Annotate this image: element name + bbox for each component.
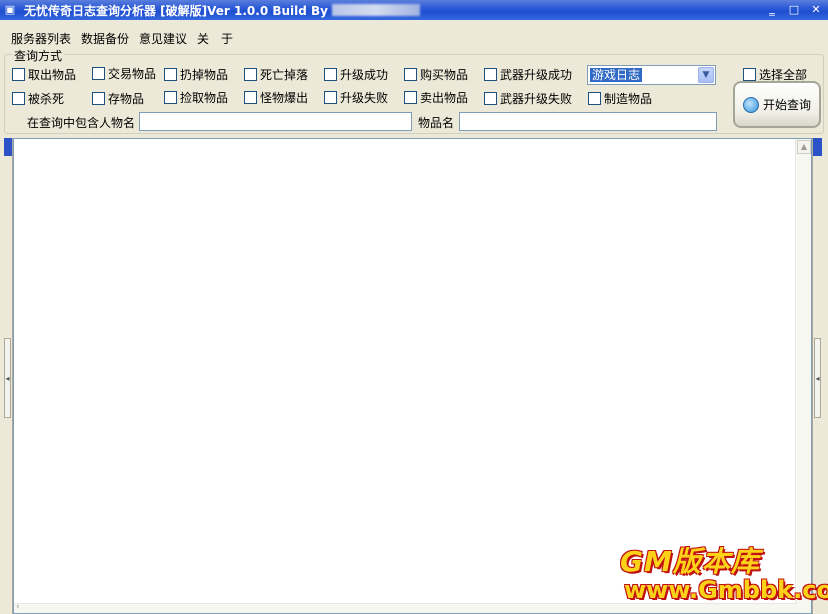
checkbox-store-item[interactable]: 存物品 (92, 90, 144, 107)
checkbox-label: 武器升级成功 (500, 68, 573, 82)
checkbox-death-drop[interactable]: 死亡掉落 (244, 66, 308, 83)
checkbox-box[interactable] (164, 91, 177, 104)
item-name-input[interactable] (459, 112, 717, 131)
checkbox-box[interactable] (12, 68, 25, 81)
checkbox-box[interactable] (588, 92, 601, 105)
chevron-up-icon[interactable]: ▲ (797, 140, 811, 154)
chevron-left-icon[interactable]: ◂ (814, 338, 821, 418)
checkbox-upgrade-success[interactable]: 升级成功 (324, 66, 388, 83)
close-button[interactable]: ✕ (808, 2, 824, 17)
checkbox-label: 武器升级失败 (500, 92, 573, 106)
checkbox-box[interactable] (404, 91, 417, 104)
checkbox-label: 扔掉物品 (180, 68, 229, 82)
menu-about[interactable]: 关 于 (192, 28, 238, 48)
checkbox-take-out-item[interactable]: 取出物品 (12, 66, 76, 83)
checkbox-box[interactable] (484, 92, 497, 105)
checkbox-buy-item[interactable]: 购买物品 (404, 66, 468, 83)
menu-server-list[interactable]: 服务器列表 (6, 28, 76, 48)
checkbox-label: 被杀死 (28, 92, 65, 106)
checkbox-label: 制造物品 (604, 92, 653, 106)
watermark-url: www.Gmbbk.com (624, 576, 828, 604)
checkbox-box[interactable] (484, 68, 497, 81)
watermark-logo: GM版本库 www.Gmbbk.com (620, 540, 828, 606)
checkbox-box[interactable] (244, 91, 257, 104)
checkbox-label: 购买物品 (420, 68, 469, 82)
log-type-select[interactable]: 游戏日志 ▼ (587, 65, 716, 85)
window-title: 无忧传奇日志查询分析器 [破解版]Ver 1.0.0 Build By (24, 3, 329, 18)
item-name-label: 物品名 (418, 116, 455, 130)
menu-feedback[interactable]: 意见建议 (134, 28, 192, 48)
menu-data-backup[interactable]: 数据备份 (76, 28, 134, 48)
checkbox-killed[interactable]: 被杀死 (12, 90, 64, 107)
search-icon (742, 96, 759, 113)
checkbox-box[interactable] (92, 67, 105, 80)
start-query-button[interactable]: 开始查询 (733, 81, 821, 128)
person-name-label: 在查询中包含人物名 (27, 116, 136, 130)
checkbox-box[interactable] (12, 92, 25, 105)
checkbox-box[interactable] (743, 68, 756, 81)
checkbox-weapon-upgrade-fail[interactable]: 武器升级失败 (484, 90, 572, 107)
checkbox-box[interactable] (404, 68, 417, 81)
checkbox-box[interactable] (92, 92, 105, 105)
title-bar[interactable]: ▣ 无忧传奇日志查询分析器 [破解版]Ver 1.0.0 Build By ‗ … (0, 0, 828, 20)
checkbox-label: 死亡掉落 (260, 68, 309, 82)
left-splitter-cap (4, 138, 12, 156)
checkbox-label: 怪物爆出 (260, 91, 309, 105)
menu-bar: 服务器列表 数据备份 意见建议 关 于 (0, 28, 238, 48)
query-group-legend: 查询方式 (12, 47, 65, 64)
checkbox-box[interactable] (324, 91, 337, 104)
checkbox-upgrade-fail[interactable]: 升级失败 (324, 89, 388, 106)
checkbox-box[interactable] (324, 68, 337, 81)
log-type-value: 游戏日志 (590, 68, 643, 82)
checkbox-label: 捡取物品 (180, 91, 229, 105)
checkbox-monster-drop[interactable]: 怪物爆出 (244, 89, 308, 106)
checkbox-weapon-upgrade-success[interactable]: 武器升级成功 (484, 66, 572, 83)
right-splitter-cap (813, 138, 822, 156)
checkbox-label: 交易物品 (108, 67, 157, 81)
watermark-prefix: GM (620, 545, 673, 578)
start-query-label: 开始查询 (762, 98, 811, 112)
checkbox-trade-item[interactable]: 交易物品 (92, 65, 156, 82)
chevron-left-icon[interactable]: ◂ (4, 338, 11, 418)
checkbox-label: 升级成功 (340, 68, 389, 82)
window-controls: ‗ □ ✕ (764, 2, 824, 17)
checkbox-label: 存物品 (108, 92, 145, 106)
maximize-button[interactable]: □ (786, 2, 802, 17)
chevron-left-icon[interactable]: ‹ (16, 602, 20, 612)
minimize-button[interactable]: ‗ (764, 2, 780, 17)
chevron-down-icon[interactable]: ▼ (698, 67, 714, 83)
left-splitter[interactable]: ◂ (4, 138, 13, 614)
watermark-title: 版本库 (672, 545, 760, 578)
checkbox-box[interactable] (164, 68, 177, 81)
checkbox-craft-item[interactable]: 制造物品 (588, 90, 652, 107)
app-icon[interactable]: ▣ (4, 4, 16, 16)
checkbox-drop-item[interactable]: 扔掉物品 (164, 66, 228, 83)
watermark-brand: GM版本库 (620, 540, 760, 580)
checkbox-sell-item[interactable]: 卖出物品 (404, 89, 468, 106)
checkbox-label: 取出物品 (28, 68, 77, 82)
checkbox-label: 卖出物品 (420, 91, 469, 105)
redacted-author (332, 4, 421, 16)
checkbox-label: 升级失败 (340, 91, 389, 105)
person-name-input[interactable] (139, 112, 412, 131)
checkbox-pick-up-item[interactable]: 捡取物品 (164, 89, 228, 106)
checkbox-box[interactable] (244, 68, 257, 81)
